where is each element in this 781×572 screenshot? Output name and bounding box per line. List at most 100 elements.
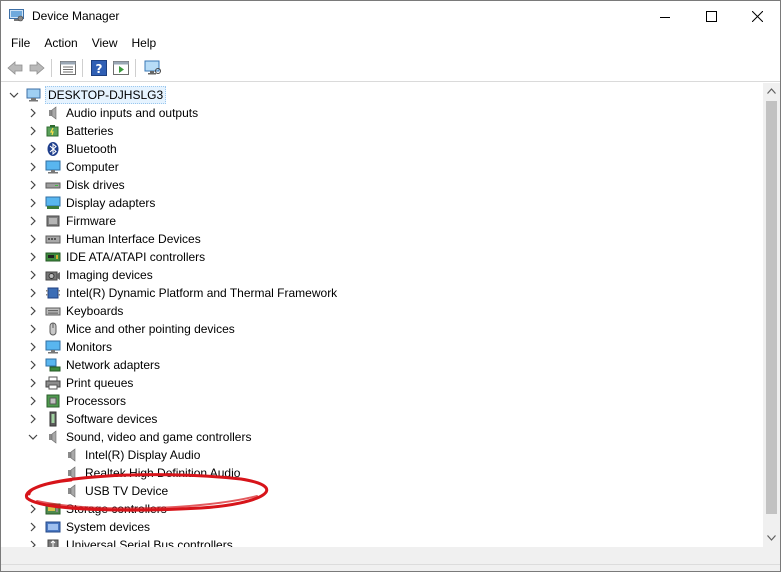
- tree-category-label: Firmware: [66, 214, 116, 228]
- action-view-button[interactable]: [111, 58, 131, 78]
- chevron-right-icon[interactable]: [28, 180, 38, 190]
- window-play-icon: [113, 61, 129, 75]
- chevron-right-icon[interactable]: [28, 108, 38, 118]
- chevron-right-icon[interactable]: [28, 504, 38, 514]
- properties-grid-icon: [60, 61, 76, 75]
- software-device-icon: [45, 411, 61, 427]
- menu-action[interactable]: Action: [37, 32, 84, 54]
- tree-category-label: Display adapters: [66, 196, 156, 210]
- chevron-right-icon[interactable]: [28, 216, 38, 226]
- forward-arrow-icon: [29, 61, 45, 75]
- scrollbar-thumb[interactable]: [766, 101, 777, 514]
- toolbar: ?: [1, 55, 780, 82]
- back-button[interactable]: [5, 58, 25, 78]
- window-title: Device Manager: [32, 9, 120, 23]
- chevron-right-icon[interactable]: [28, 270, 38, 280]
- minimize-button[interactable]: [642, 1, 688, 32]
- scroll-up-arrow-icon[interactable]: [767, 88, 776, 94]
- tree-category-label: Software devices: [66, 412, 158, 426]
- hid-icon: [45, 231, 61, 247]
- scroll-down-arrow-icon[interactable]: [767, 535, 776, 541]
- toolbar-separator: [51, 59, 52, 77]
- storage-icon: [45, 501, 61, 517]
- tree-category-label: Print queues: [66, 376, 134, 390]
- disk-drive-icon: [45, 177, 61, 193]
- computer-root-icon: [26, 88, 41, 102]
- chevron-right-icon[interactable]: [28, 342, 38, 352]
- mouse-icon: [45, 321, 61, 337]
- tree-device-label: Intel(R) Display Audio: [85, 448, 201, 462]
- chevron-right-icon[interactable]: [28, 288, 38, 298]
- title-bar[interactable]: Device Manager: [1, 1, 780, 32]
- tree-category-label: Intel(R) Dynamic Platform and Thermal Fr…: [66, 286, 338, 300]
- chevron-right-icon[interactable]: [28, 360, 38, 370]
- speaker-icon: [45, 429, 61, 445]
- toolbar-separator: [82, 59, 83, 77]
- chevron-right-icon[interactable]: [28, 144, 38, 154]
- battery-icon: [45, 123, 61, 139]
- chevron-right-icon[interactable]: [28, 162, 38, 172]
- chevron-right-icon[interactable]: [28, 252, 38, 262]
- tree-category-label: Sound, video and game controllers: [66, 430, 252, 444]
- maximize-icon: [705, 11, 717, 22]
- chevron-right-icon[interactable]: [28, 396, 38, 406]
- device-tree[interactable]: DESKTOP-DJHSLG3 Audio inputs and outputs…: [1, 83, 763, 547]
- firmware-icon: [45, 213, 61, 229]
- tree-category-label: IDE ATA/ATAPI controllers: [66, 250, 206, 264]
- chevron-right-icon[interactable]: [28, 378, 38, 388]
- tree-category-label: Mice and other pointing devices: [66, 322, 235, 336]
- horizontal-scrollbar[interactable]: [1, 547, 763, 564]
- chevron-right-icon[interactable]: [28, 198, 38, 208]
- close-button[interactable]: [734, 1, 780, 32]
- menu-bar: File Action View Help: [1, 32, 780, 54]
- speaker-icon: [64, 465, 80, 481]
- tree-category-label: Human Interface Devices: [66, 232, 201, 246]
- scan-hardware-button[interactable]: [143, 58, 163, 78]
- tree-category-label: Bluetooth: [66, 142, 117, 156]
- scrollbar-corner: [763, 547, 780, 564]
- properties-view-button[interactable]: [58, 58, 78, 78]
- close-icon: [751, 11, 763, 22]
- tree-device-label: USB TV Device: [85, 484, 169, 498]
- processor-icon: [45, 393, 61, 409]
- chevron-right-icon[interactable]: [28, 414, 38, 424]
- camera-icon: [45, 267, 61, 283]
- menu-help[interactable]: Help: [125, 32, 164, 54]
- forward-button[interactable]: [27, 58, 47, 78]
- device-manager-icon: [9, 9, 24, 22]
- usb-icon: [45, 537, 61, 547]
- monitor-icon: [45, 339, 61, 355]
- minimize-icon: [660, 16, 670, 18]
- tree-category-label: Network adapters: [66, 358, 161, 372]
- maximize-button[interactable]: [688, 1, 734, 32]
- chevron-right-icon[interactable]: [28, 126, 38, 136]
- tree-category-label: Processors: [66, 394, 127, 408]
- menu-view[interactable]: View: [85, 32, 125, 54]
- chevron-right-icon[interactable]: [28, 324, 38, 334]
- vertical-scrollbar[interactable]: [763, 83, 780, 547]
- chevron-right-icon[interactable]: [28, 234, 38, 244]
- tree-category-label: System devices: [66, 520, 151, 534]
- tree-category-label: Imaging devices: [66, 268, 153, 282]
- tree-category-label: Storage controllers: [66, 502, 167, 516]
- display-adapter-icon: [45, 195, 61, 211]
- menu-file[interactable]: File: [4, 32, 37, 54]
- tree-category-label: Disk drives: [66, 178, 125, 192]
- chevron-down-icon[interactable]: [9, 90, 19, 100]
- toolbar-separator: [135, 59, 136, 77]
- tree-category-label: Audio inputs and outputs: [66, 106, 199, 120]
- computer-icon: [45, 159, 61, 175]
- help-button[interactable]: ?: [89, 58, 109, 78]
- device-manager-window: Device Manager File Action View Help ? D…: [0, 0, 781, 572]
- root-computer-name: DESKTOP-DJHSLG3: [45, 86, 167, 104]
- tree-device-label: Realtek High Definition Audio: [85, 466, 241, 480]
- bluetooth-icon: [45, 141, 61, 157]
- chevron-right-icon[interactable]: [28, 306, 38, 316]
- chevron-right-icon[interactable]: [28, 522, 38, 532]
- chevron-down-icon[interactable]: [28, 432, 38, 442]
- speaker-icon: [64, 447, 80, 463]
- chevron-right-icon[interactable]: [28, 540, 38, 547]
- keyboard-icon: [45, 303, 61, 319]
- svg-text:?: ?: [96, 62, 103, 76]
- tree-category-label: Monitors: [66, 340, 113, 354]
